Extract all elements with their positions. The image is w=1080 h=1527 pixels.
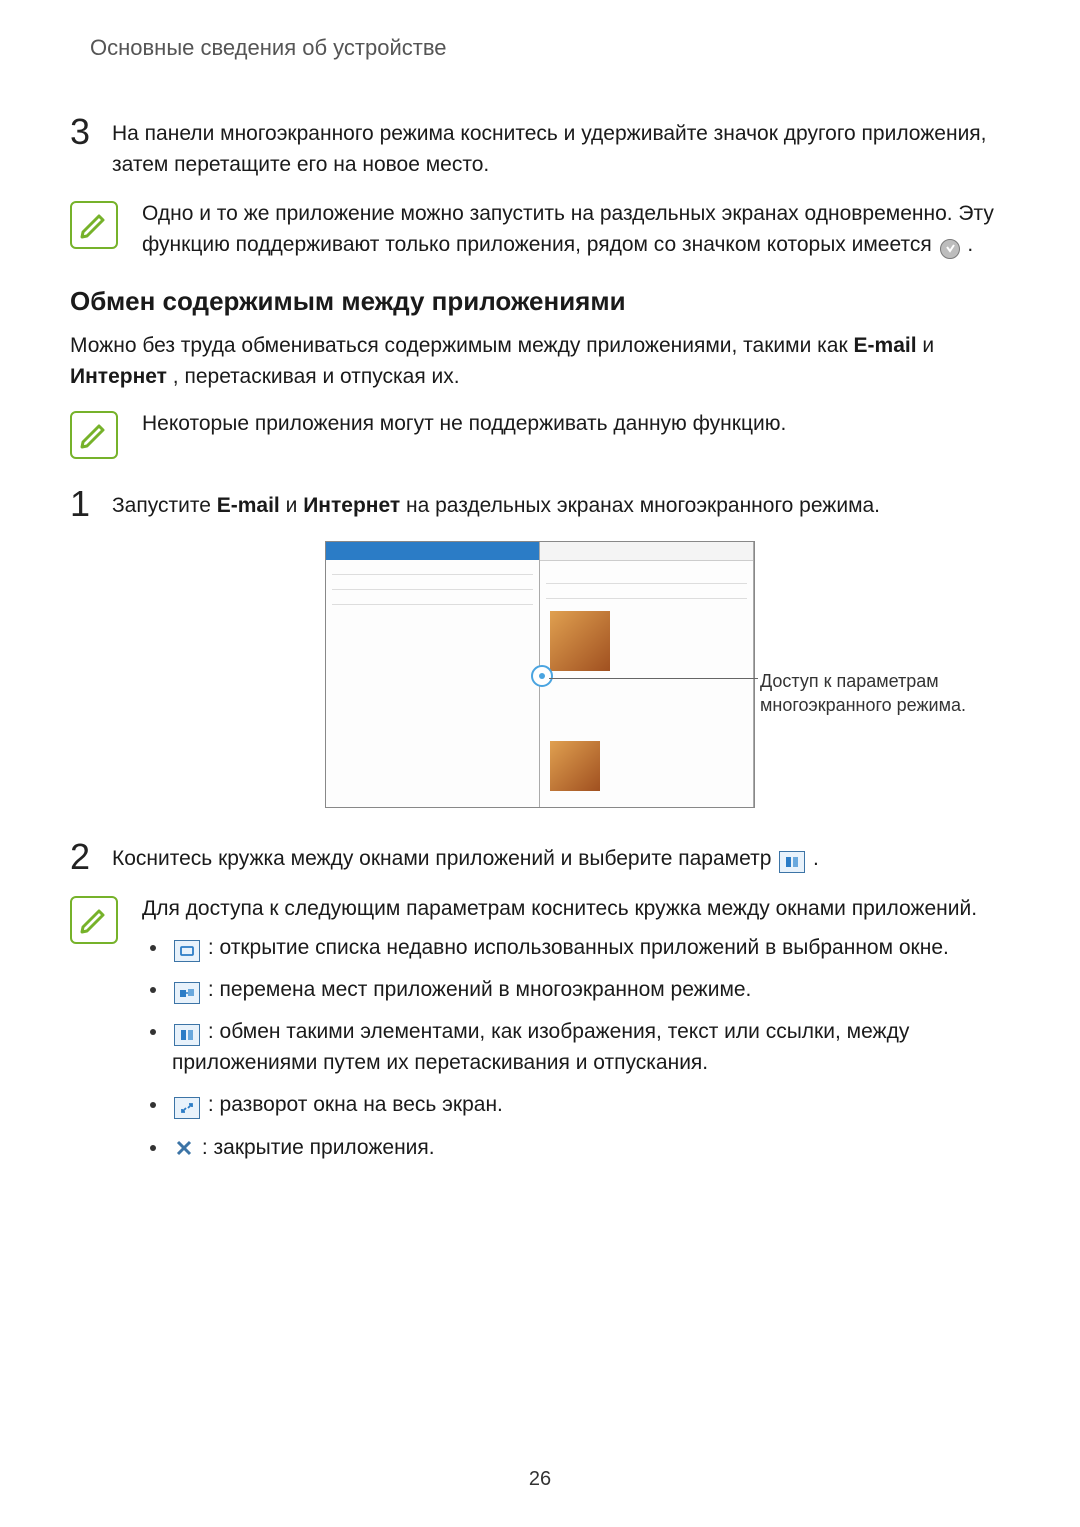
item-text: : закрытие приложения. — [202, 1136, 435, 1159]
list-item: : перемена мест приложений в многоэкранн… — [142, 975, 1010, 1005]
intro-d: Интернет — [70, 365, 167, 388]
swap-windows-icon — [174, 982, 200, 1004]
intro-e: , перетаскивая и отпуская их. — [173, 365, 460, 388]
figure-callout: Доступ к параметрам многоэкранного режим… — [760, 669, 970, 718]
figure-email-pane — [326, 542, 540, 807]
bullet-icon — [150, 945, 156, 951]
intro-c: и — [922, 334, 934, 357]
item-text: : перемена мест приложений в многоэкранн… — [208, 978, 752, 1001]
bullet-icon — [150, 1102, 156, 1108]
step-1: 1 Запустите E-mail и Интернет на раздель… — [70, 485, 1010, 523]
close-app-icon — [174, 1138, 194, 1158]
figure-callout-line — [549, 678, 758, 679]
figure-split-view — [325, 541, 755, 808]
page-number: 26 — [0, 1468, 1080, 1491]
note-icon-wrap — [70, 201, 118, 249]
item-text: : разворот окна на весь экран. — [208, 1093, 503, 1116]
figure-email-body — [326, 560, 539, 807]
step-3: 3 На панели многоэкранного режима коснит… — [70, 113, 1010, 181]
intro-b: E-mail — [854, 334, 917, 357]
step-number: 1 — [70, 485, 92, 523]
note-icon — [70, 411, 118, 459]
bullet-icon — [150, 1145, 156, 1151]
note-3: Для доступа к следующим параметрам косни… — [70, 894, 1010, 1175]
figure-email-toolbar — [326, 542, 539, 560]
item-text: : открытие списка недавно использованных… — [208, 936, 949, 959]
figure-area: Доступ к параметрам многоэкранного режим… — [70, 541, 1010, 808]
step2-a: Коснитесь кружка между окнами приложений… — [112, 847, 777, 870]
note-icon — [70, 201, 118, 249]
note-body: Одно и то же приложение можно запустить … — [142, 199, 1010, 261]
note-body: Для доступа к следующим параметрам косни… — [142, 894, 1010, 1175]
icon-list: : открытие списка недавно использованных… — [142, 933, 1010, 1164]
step-text: На панели многоэкранного режима коснитес… — [112, 113, 1010, 181]
figure-browser-body — [540, 561, 753, 807]
note1-text-a: Одно и то же приложение можно запустить … — [142, 202, 994, 256]
note-2: Некоторые приложения могут не поддержива… — [70, 409, 1010, 459]
item-text: : обмен такими элементами, как изображен… — [172, 1020, 909, 1073]
intro-a: Можно без труда обмениваться содержимым … — [70, 334, 854, 357]
step-number: 2 — [70, 838, 92, 876]
figure-browser-toolbar — [540, 542, 753, 561]
note3-lead: Для доступа к следующим параметрам косни… — [142, 894, 1010, 925]
page: Основные сведения об устройстве 3 На пан… — [0, 0, 1080, 1527]
note-body: Некоторые приложения могут не поддержива… — [142, 409, 1010, 440]
multiwindow-dup-icon — [940, 239, 960, 259]
page-header-title: Основные сведения об устройстве — [90, 35, 1010, 61]
step1-e: на раздельных экранах многоэкранного реж… — [406, 494, 880, 517]
step-text: Коснитесь кружка между окнами приложений… — [112, 838, 1010, 875]
step1-c: и — [286, 494, 304, 517]
step-number: 3 — [70, 113, 92, 151]
step-text: Запустите E-mail и Интернет на раздельны… — [112, 485, 1010, 522]
note-1: Одно и то же приложение можно запустить … — [70, 199, 1010, 261]
pencil-note-icon — [79, 905, 109, 935]
bullet-icon — [150, 1029, 156, 1035]
list-item: : закрытие приложения. — [142, 1133, 1010, 1163]
step2-b: . — [813, 847, 819, 870]
note-icon-wrap — [70, 411, 118, 459]
list-item: : обмен такими элементами, как изображен… — [142, 1017, 1010, 1078]
note1-text-b: . — [967, 233, 973, 256]
bullet-icon — [150, 987, 156, 993]
expand-window-icon — [174, 1097, 200, 1119]
recent-apps-icon — [174, 940, 200, 962]
drag-content-icon — [779, 851, 805, 873]
step1-b: E-mail — [217, 494, 280, 517]
list-item: : разворот окна на весь экран. — [142, 1090, 1010, 1120]
pencil-note-icon — [79, 210, 109, 240]
intro-paragraph: Можно без труда обмениваться содержимым … — [70, 331, 1010, 393]
note-icon-wrap — [70, 896, 118, 944]
figure-browser-pane — [540, 542, 754, 807]
note-icon — [70, 896, 118, 944]
step-2: 2 Коснитесь кружка между окнами приложен… — [70, 838, 1010, 876]
drag-content-icon — [174, 1024, 200, 1046]
step1-d: Интернет — [303, 494, 400, 517]
pencil-note-icon — [79, 420, 109, 450]
step1-a: Запустите — [112, 494, 217, 517]
list-item: : открытие списка недавно использованных… — [142, 933, 1010, 963]
section-heading: Обмен содержимым между приложениями — [70, 286, 1010, 317]
